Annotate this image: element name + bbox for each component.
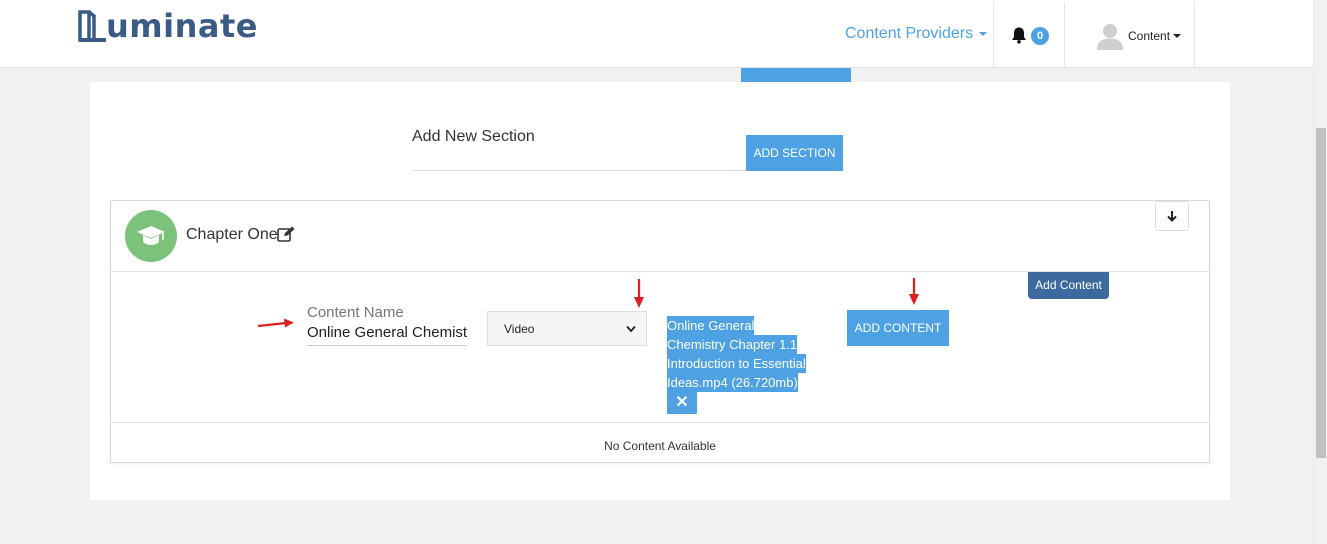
nav-divider bbox=[993, 2, 994, 68]
annotation-arrow-right-icon bbox=[257, 318, 294, 328]
arrow-down-icon bbox=[1167, 211, 1177, 222]
annotation-arrow-down-icon bbox=[909, 278, 919, 305]
chapter-title: Chapter One bbox=[186, 226, 278, 243]
content-providers-menu[interactable]: Content Providers bbox=[845, 25, 988, 43]
card-divider bbox=[111, 422, 1209, 423]
scrollbar-thumb[interactable] bbox=[1316, 128, 1326, 458]
empty-content-message: No Content Available bbox=[604, 439, 716, 453]
uploaded-file-name-line: Introduction to Essential bbox=[667, 354, 806, 373]
scrollbar[interactable] bbox=[1313, 0, 1327, 544]
section-name-underline[interactable] bbox=[412, 170, 746, 171]
add-section-label: Add New Section bbox=[412, 128, 535, 145]
active-tab-indicator bbox=[741, 68, 851, 82]
logo-text: uminate bbox=[106, 7, 258, 45]
logo-mark-icon bbox=[78, 10, 106, 42]
chevron-down-icon bbox=[626, 325, 636, 332]
avatar[interactable] bbox=[1096, 22, 1124, 55]
logo[interactable]: uminate bbox=[78, 6, 258, 46]
add-content-tooltip: Add Content bbox=[1028, 272, 1109, 299]
nav-divider bbox=[1194, 2, 1195, 68]
bell-icon[interactable] bbox=[1010, 26, 1028, 49]
graduation-cap-icon bbox=[125, 210, 177, 262]
content-name-label: Content Name bbox=[307, 304, 404, 321]
collapse-button[interactable] bbox=[1155, 201, 1189, 231]
remove-file-icon[interactable]: ✕ bbox=[667, 392, 697, 414]
content-name-input[interactable] bbox=[307, 320, 467, 346]
annotation-arrow-down-icon bbox=[634, 279, 644, 308]
uploaded-file-name-line: Chemistry Chapter 1.1 bbox=[667, 335, 798, 354]
user-menu-label: Content bbox=[1128, 29, 1171, 43]
nav-divider bbox=[1064, 2, 1065, 68]
add-content-button[interactable]: ADD CONTENT bbox=[847, 310, 949, 346]
chevron-down-icon bbox=[979, 32, 988, 36]
content-type-select[interactable]: Video bbox=[487, 311, 647, 346]
top-navbar: uminate Content Providers 0 Content bbox=[0, 0, 1313, 68]
add-section-button[interactable]: ADD SECTION bbox=[746, 135, 843, 171]
user-menu[interactable]: Content bbox=[1128, 29, 1182, 43]
content-type-value: Video bbox=[504, 321, 535, 336]
chevron-down-icon bbox=[1173, 34, 1182, 38]
notification-badge: 0 bbox=[1031, 27, 1049, 45]
uploaded-file: Online General Chemistry Chapter 1.1 Int… bbox=[667, 316, 819, 414]
uploaded-file-name-line: Ideas.mp4 (26.720mb) bbox=[667, 373, 798, 392]
edit-icon[interactable] bbox=[277, 226, 295, 247]
content-providers-label: Content Providers bbox=[845, 25, 974, 42]
uploaded-file-name-line: Online General bbox=[667, 316, 755, 335]
